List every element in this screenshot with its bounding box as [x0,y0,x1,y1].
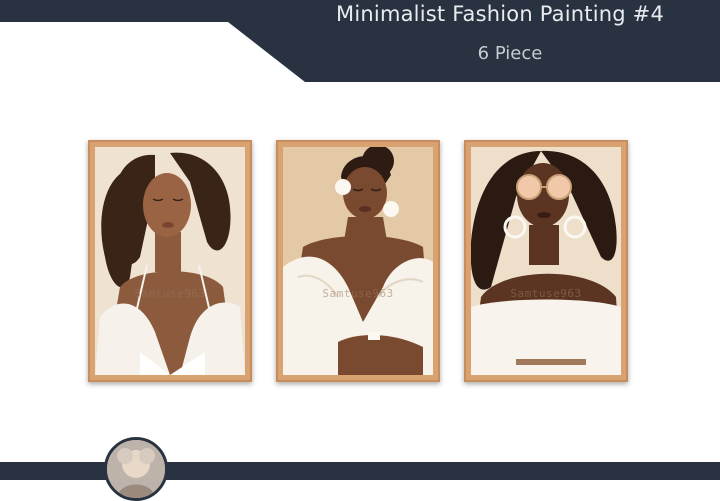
painting-frame-3[interactable]: Samtuse963 [464,140,628,382]
painting-1: Samtuse963 [95,147,245,375]
painting-3: Samtuse963 [471,147,621,375]
painting-2-watermark: Samtuse963 [322,287,394,300]
painting-3-watermark: Samtuse963 [510,287,582,300]
painting-frame-2[interactable]: Samtuse963 [276,140,440,382]
painting-3-illustration [471,147,621,375]
painting-1-watermark: Samtuse963 [134,287,206,300]
product-title: Minimalist Fashion Painting #4 [336,2,664,26]
painting-1-illustration [95,147,245,375]
avatar-image [107,440,165,498]
painting-frame-1[interactable]: Samtuse963 [88,140,252,382]
painting-2-illustration [283,147,433,375]
profile-avatar[interactable] [104,437,168,501]
product-subtitle: 6 Piece [477,43,543,64]
painting-2: Samtuse963 [283,147,433,375]
